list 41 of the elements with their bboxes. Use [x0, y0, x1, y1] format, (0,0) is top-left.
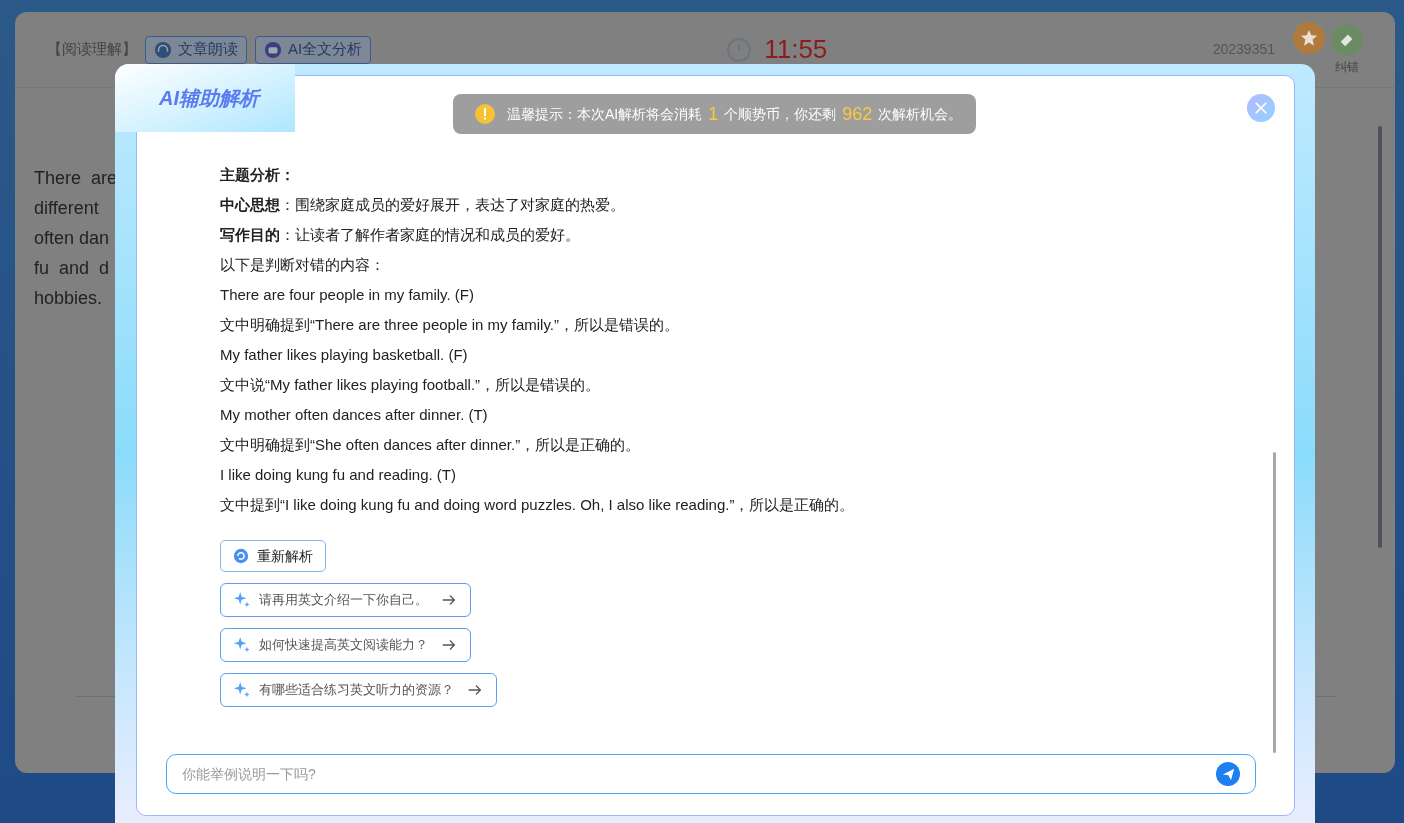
- notice-text: 个顺势币，你还剩: [724, 104, 837, 124]
- clock-icon: [726, 36, 753, 63]
- passage-line: There are: [34, 167, 118, 190]
- sparkle-icon: [233, 681, 251, 699]
- sparkle-icon: [233, 636, 251, 654]
- analysis-line: There are four people in my family. (F): [220, 285, 475, 305]
- analysis-line: 文中提到“I like doing kung fu and doing word puzzles. Oh, I also like reading.”，所以是正确的。: [220, 495, 855, 515]
- analysis-line: My father likes playing basketball. (F): [220, 345, 469, 365]
- notice-text: 次解析机会。: [878, 104, 963, 124]
- passage-line: different: [34, 197, 99, 220]
- suggestion-button[interactable]: 如何快速提高英文阅读能力？: [220, 628, 471, 662]
- analysis-line: 文中明确提到“There are three people in my family.”，所以是错误的。: [220, 315, 680, 335]
- timer: 11:55: [764, 33, 828, 66]
- passage-line: hobbies.: [34, 287, 103, 310]
- correction-button[interactable]: [1331, 23, 1363, 56]
- close-icon: [1254, 101, 1268, 115]
- analysis-line: 文中明确提到“She often dances after dinner.”，所以是正确的。: [220, 435, 642, 455]
- analysis-line: 中心思想：围绕家庭成员的爱好展开，表达了对家庭的热爱。: [220, 195, 626, 215]
- send-icon: [1221, 767, 1235, 781]
- warning-icon: [475, 104, 495, 124]
- correction-label: 纠错: [1335, 58, 1359, 76]
- analysis-line: I like doing kung fu and reading. (T): [220, 465, 457, 485]
- regenerate-button[interactable]: 重新解析: [220, 540, 326, 572]
- suggestion-button[interactable]: 请再用英文介绍一下你自己。: [220, 583, 471, 617]
- analysis-line: My mother often dances after dinner. (T): [220, 405, 489, 425]
- analysis-line: 写作目的：让读者了解作者家庭的情况和成员的爱好。: [220, 225, 581, 245]
- remaining-count: 962: [842, 102, 873, 126]
- favorite-button[interactable]: [1293, 21, 1325, 54]
- refresh-icon: [233, 548, 249, 564]
- sparkle-icon: [233, 591, 251, 609]
- analysis-line: 文中说“My father likes playing football.”，所以是错误的。: [220, 375, 602, 395]
- passage-line: fu and d: [34, 257, 110, 280]
- star-icon: [1300, 28, 1318, 47]
- message-input[interactable]: 你能举例说明一下吗?: [166, 754, 1256, 794]
- section-label: 【阅读理解】: [47, 39, 137, 60]
- notice-text: 温馨提示：本次AI解析将会消耗: [507, 104, 703, 124]
- passage-line: often dan: [34, 227, 110, 250]
- cost-count: 1: [708, 102, 719, 126]
- suggestion-button[interactable]: 有哪些适合练习英文听力的资源？: [220, 673, 497, 707]
- analysis-line: 主题分析：: [220, 165, 296, 185]
- analysis-line: 以下是判断对错的内容：: [220, 255, 386, 275]
